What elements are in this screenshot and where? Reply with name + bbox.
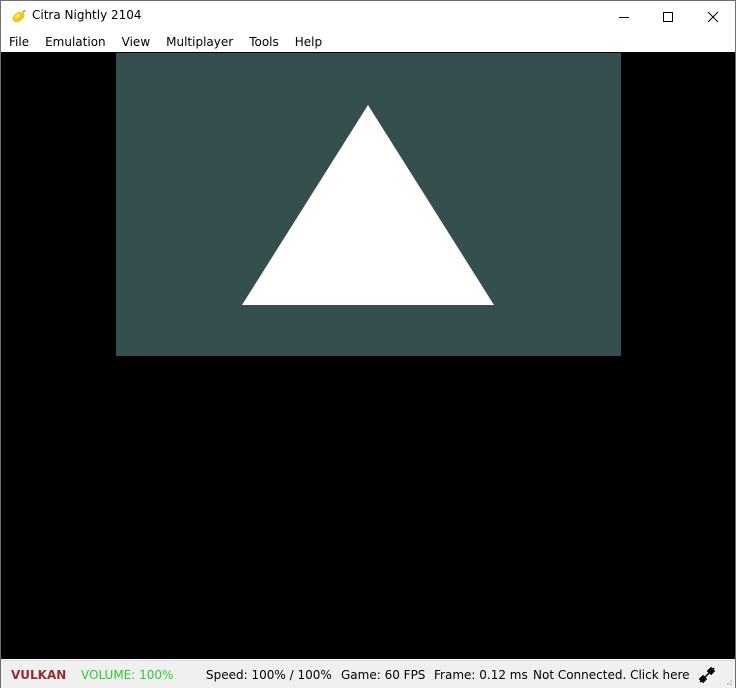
network-status-label[interactable]: Not Connected. Click here t (533, 668, 693, 682)
white-triangle (242, 105, 494, 305)
minimize-icon (619, 16, 629, 18)
emulation-speed-label: Speed: 100% / 100% (206, 668, 332, 682)
network-disconnected-icon[interactable] (698, 666, 716, 684)
menu-file[interactable]: File (1, 32, 37, 52)
menu-tools[interactable]: Tools (241, 32, 287, 52)
citra-lemon-icon (12, 9, 26, 23)
emulator-render-area[interactable] (1, 52, 735, 659)
menu-help[interactable]: Help (287, 32, 330, 52)
window-title: Citra Nightly 2104 (32, 8, 142, 22)
title-bar[interactable]: Citra Nightly 2104 (1, 1, 735, 32)
citra-window: Citra Nightly 2104 File Emulation View M… (0, 0, 736, 688)
top-screen[interactable] (116, 53, 621, 356)
game-fps-label: Game: 60 FPS (341, 668, 426, 682)
volume-label[interactable]: VOLUME: 100% (81, 668, 173, 682)
close-button[interactable] (690, 1, 736, 32)
frame-time-label: Frame: 0.12 ms (434, 668, 528, 682)
status-bar: VULKAN VOLUME: 100% Speed: 100% / 100% G… (1, 660, 735, 688)
resize-grip-icon[interactable] (723, 676, 733, 686)
minimize-button[interactable] (601, 1, 647, 32)
menu-view[interactable]: View (114, 32, 158, 52)
maximize-button[interactable] (645, 1, 691, 32)
maximize-icon (663, 11, 673, 22)
close-icon (707, 11, 719, 22)
menu-bar: File Emulation View Multiplayer Tools He… (1, 32, 735, 52)
graphics-api-label[interactable]: VULKAN (11, 668, 66, 682)
menu-emulation[interactable]: Emulation (37, 32, 114, 52)
menu-multiplayer[interactable]: Multiplayer (158, 32, 241, 52)
